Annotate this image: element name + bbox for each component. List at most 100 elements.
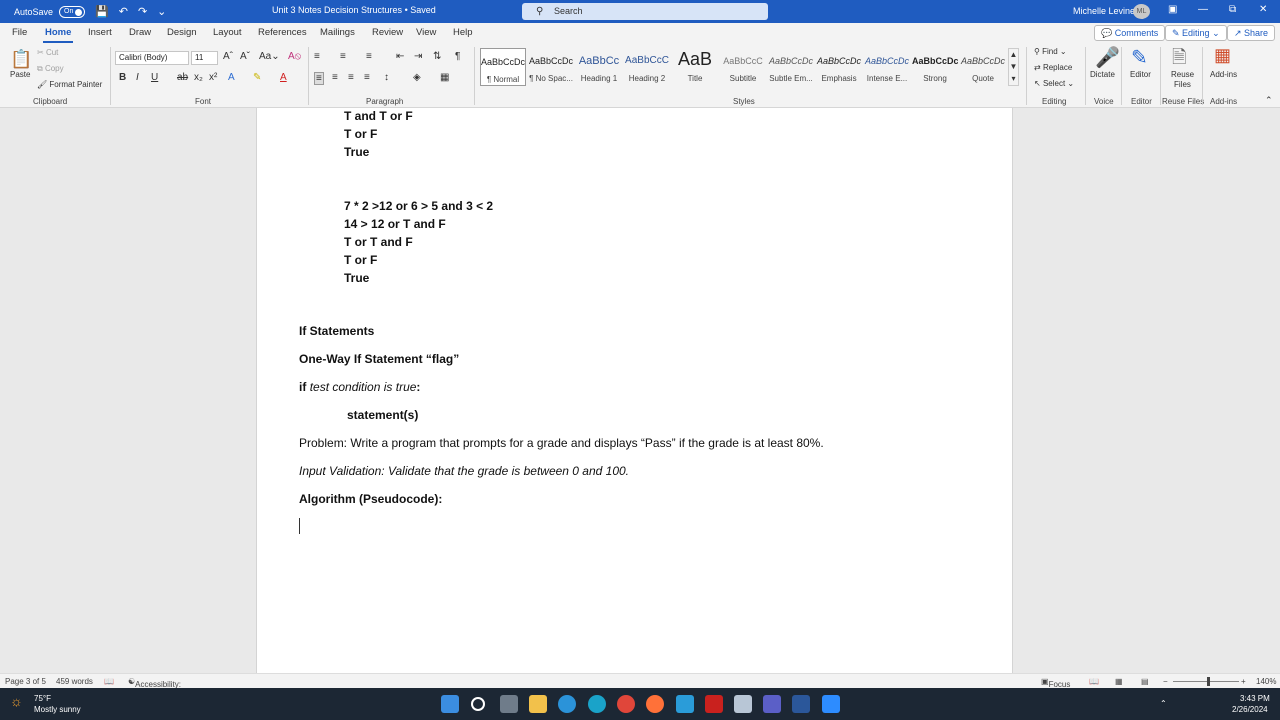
weather-condition[interactable]: Mostly sunny bbox=[34, 705, 81, 714]
paste-icon[interactable]: 📋 bbox=[10, 49, 32, 70]
task-view-icon[interactable] bbox=[500, 695, 518, 713]
style-heading-1[interactable]: AaBbCc Heading 1 bbox=[576, 48, 622, 86]
bullets-icon[interactable]: ≡ bbox=[314, 51, 320, 62]
save-icon[interactable]: 💾 bbox=[95, 5, 109, 18]
style-intense-emphasis[interactable]: AaBbCcDc Intense E... bbox=[864, 48, 910, 86]
strikethrough-icon[interactable]: ab bbox=[177, 72, 188, 83]
editor-icon[interactable]: ✎ bbox=[1131, 45, 1148, 70]
underline-icon[interactable]: U bbox=[151, 72, 158, 83]
style-no-spacing[interactable]: AaBbCcDc ¶ No Spac... bbox=[528, 48, 574, 86]
page-count[interactable]: Page 3 of 5 bbox=[5, 677, 46, 686]
increase-indent-icon[interactable]: ⇥ bbox=[414, 51, 422, 62]
grow-font-icon[interactable]: Aˆ bbox=[223, 51, 233, 62]
copy-button[interactable]: ⧉ Copy bbox=[37, 64, 64, 74]
accessibility-status[interactable]: ☯ Accessibility: Good to go bbox=[128, 677, 181, 698]
text-effects-icon[interactable]: A bbox=[228, 72, 235, 83]
font-family-select[interactable]: Calibri (Body) bbox=[115, 51, 189, 65]
format-painter-button[interactable]: 🖌 Format Painter bbox=[37, 80, 102, 89]
tab-layout[interactable]: Layout bbox=[213, 27, 242, 38]
multilevel-list-icon[interactable]: ≡ bbox=[366, 51, 372, 62]
web-layout-icon[interactable]: ▤ bbox=[1141, 677, 1149, 686]
clock-date[interactable]: 2/26/2024 bbox=[1232, 705, 1268, 714]
share-button[interactable]: ↗ Share bbox=[1227, 25, 1276, 41]
style-title[interactable]: AaB Title bbox=[672, 48, 718, 86]
line-spacing-icon[interactable]: ↕ bbox=[384, 72, 389, 83]
subscript-icon[interactable]: x₂ bbox=[194, 72, 203, 83]
shrink-font-icon[interactable]: Aˇ bbox=[240, 51, 250, 62]
comments-button[interactable]: 💬 Comments bbox=[1094, 25, 1166, 41]
close-icon[interactable]: ✕ bbox=[1259, 4, 1267, 15]
weather-icon[interactable]: ☼ bbox=[10, 693, 23, 709]
clock-time[interactable]: 3:43 PM bbox=[1240, 694, 1270, 703]
style-subtle-emphasis[interactable]: AaBbCcDc Subtle Em... bbox=[768, 48, 814, 86]
search-box[interactable]: ⚲ Search bbox=[522, 3, 768, 20]
word-app-icon[interactable] bbox=[792, 695, 810, 713]
tab-help[interactable]: Help bbox=[453, 27, 473, 38]
align-left-icon[interactable]: ≡ bbox=[314, 72, 324, 85]
zoom-slider-thumb[interactable] bbox=[1207, 677, 1210, 686]
decrease-indent-icon[interactable]: ⇤ bbox=[396, 51, 404, 62]
dictate-label[interactable]: Dictate bbox=[1090, 70, 1115, 79]
tab-home[interactable]: Home bbox=[42, 27, 74, 43]
restore-icon[interactable]: ⧉ bbox=[1229, 4, 1236, 15]
italic-icon[interactable]: I bbox=[136, 72, 139, 83]
acrobat-icon[interactable] bbox=[705, 695, 723, 713]
tab-references[interactable]: References bbox=[258, 27, 307, 38]
add-ins-label[interactable]: Add-ins bbox=[1210, 70, 1237, 79]
tab-draw[interactable]: Draw bbox=[129, 27, 151, 38]
microphone-icon[interactable]: 🎤 bbox=[1095, 45, 1120, 70]
align-center-icon[interactable]: ≡ bbox=[332, 72, 338, 83]
tab-view[interactable]: View bbox=[416, 27, 436, 38]
clear-formatting-icon[interactable]: A⦸ bbox=[288, 51, 301, 62]
redo-icon[interactable]: ↷ bbox=[138, 5, 147, 18]
ribbon-display-icon[interactable]: ▣ bbox=[1168, 4, 1177, 15]
cut-button[interactable]: ✂ Cut bbox=[37, 48, 58, 57]
font-size-select[interactable]: 11 bbox=[191, 51, 218, 65]
weather-temp[interactable]: 75°F bbox=[34, 694, 51, 703]
zoom-level[interactable]: 140% bbox=[1256, 677, 1276, 686]
document-title[interactable]: Unit 3 Notes Decision Structures • Saved bbox=[272, 5, 436, 15]
user-name[interactable]: Michelle Levine bbox=[1073, 6, 1135, 16]
style-strong[interactable]: AaBbCcDc Strong bbox=[912, 48, 958, 86]
align-right-icon[interactable]: ≡ bbox=[348, 72, 354, 83]
focus-button[interactable]: ▣ Focus bbox=[1041, 677, 1070, 689]
styles-scroll-icon[interactable]: ▲ ▼ ▾ bbox=[1008, 48, 1019, 86]
reuse-label-1[interactable]: Reuse bbox=[1171, 70, 1194, 79]
avatar[interactable]: ML bbox=[1133, 4, 1150, 19]
autosave-toggle[interactable]: On bbox=[59, 5, 86, 18]
zoom-out-icon[interactable]: − bbox=[1163, 677, 1168, 686]
change-case-icon[interactable]: Aa⌄ bbox=[259, 51, 280, 62]
style-quote[interactable]: AaBbCcDc Quote bbox=[960, 48, 1006, 86]
editor-label[interactable]: Editor bbox=[1130, 70, 1151, 79]
print-layout-icon[interactable]: ▦ bbox=[1115, 677, 1123, 686]
undo-icon[interactable]: ↶ bbox=[119, 5, 128, 18]
zoom-app-icon[interactable] bbox=[822, 695, 840, 713]
customize-toolbar-icon[interactable]: ⌄ bbox=[157, 5, 166, 18]
borders-icon[interactable]: ▦ bbox=[440, 72, 449, 83]
app-icon[interactable] bbox=[558, 695, 576, 713]
style-emphasis[interactable]: AaBbCcDc Emphasis bbox=[816, 48, 862, 86]
snipping-tool-icon[interactable] bbox=[734, 695, 752, 713]
bold-icon[interactable]: B bbox=[119, 72, 126, 83]
superscript-icon[interactable]: x² bbox=[209, 72, 217, 83]
taskbar-search-icon[interactable] bbox=[471, 697, 485, 711]
notes-app-icon[interactable] bbox=[676, 695, 694, 713]
file-explorer-icon[interactable] bbox=[529, 695, 547, 713]
font-color-icon[interactable]: A bbox=[280, 72, 287, 83]
tab-design[interactable]: Design bbox=[167, 27, 197, 38]
editing-mode-button[interactable]: ✎ Editing ⌄ bbox=[1165, 25, 1227, 41]
replace-button[interactable]: ⇄ Replace bbox=[1034, 63, 1072, 72]
tab-file[interactable]: File bbox=[12, 27, 27, 38]
reuse-label-2[interactable]: Files bbox=[1174, 80, 1191, 89]
justify-icon[interactable]: ≡ bbox=[364, 72, 370, 83]
collapse-ribbon-icon[interactable]: ⌃ bbox=[1265, 95, 1273, 106]
sort-icon[interactable]: ⇅ bbox=[433, 51, 441, 62]
find-button[interactable]: ⚲ Find ⌄ bbox=[1034, 47, 1067, 56]
style-subtitle[interactable]: AaBbCcC Subtitle bbox=[720, 48, 766, 86]
paste-label[interactable]: Paste bbox=[10, 70, 30, 79]
select-button[interactable]: ↖ Select ⌄ bbox=[1034, 79, 1074, 88]
show-formatting-icon[interactable]: ¶ bbox=[455, 51, 460, 62]
zoom-slider[interactable] bbox=[1173, 681, 1239, 682]
read-mode-icon[interactable]: 📖 bbox=[1089, 677, 1099, 686]
show-hidden-icons[interactable]: ⌃ bbox=[1160, 699, 1167, 708]
